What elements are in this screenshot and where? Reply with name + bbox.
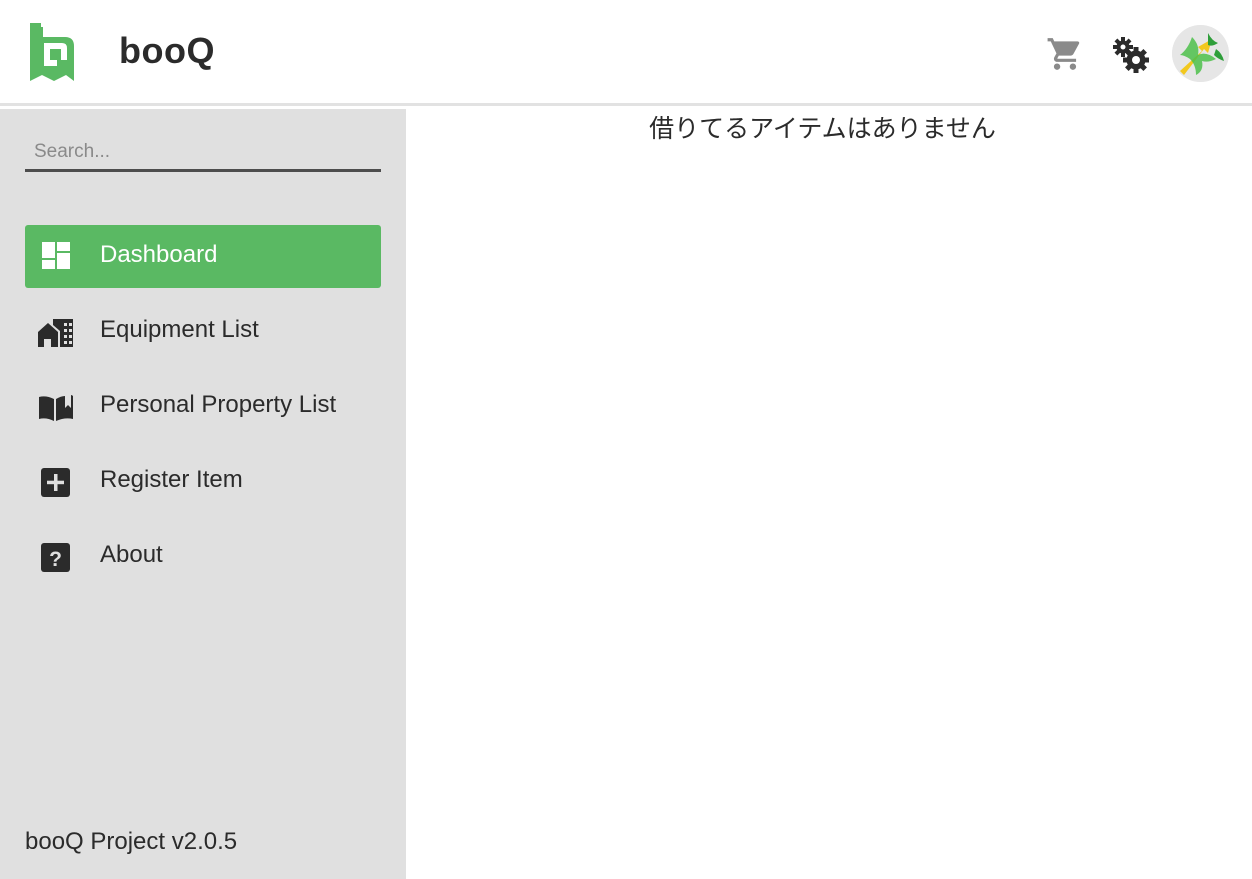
gear-icon[interactable] <box>1110 34 1152 76</box>
question-box-icon: ? <box>41 543 70 572</box>
version-label: booQ Project v2.0.5 <box>25 828 238 855</box>
sidebar-item-label: Equipment List <box>100 316 259 343</box>
booq-logo-icon[interactable] <box>30 23 76 81</box>
dashboard-icon <box>42 242 70 269</box>
sidebar-item-about[interactable]: ? About <box>25 525 381 588</box>
app-title: booQ <box>119 30 215 71</box>
svg-text:?: ? <box>49 548 62 571</box>
sidebar-item-personal-property-list[interactable]: Personal Property List <box>25 375 381 438</box>
user-avatar[interactable] <box>1172 25 1229 82</box>
sidebar-item-register-item[interactable]: Register Item <box>25 450 381 513</box>
cart-icon[interactable] <box>1046 35 1084 73</box>
plus-box-icon <box>41 468 70 497</box>
sidebar-item-dashboard[interactable]: Dashboard <box>25 225 381 288</box>
avatar-image-icon <box>1172 25 1229 82</box>
empty-state-message: 借りてるアイテムはありません <box>649 115 996 143</box>
app-header: booQ <box>0 0 1252 106</box>
sidebar-item-equipment-list[interactable]: Equipment List <box>25 300 381 363</box>
sidebar-item-label: Dashboard <box>100 241 218 268</box>
book-icon <box>39 395 73 421</box>
sidebar-item-label: About <box>100 541 163 568</box>
building-icon <box>38 319 73 347</box>
sidebar-item-label: Personal Property List <box>100 391 337 418</box>
sidebar: Dashboard Equipment List Personal P <box>0 109 406 879</box>
search-input[interactable] <box>25 139 381 172</box>
sidebar-item-label: Register Item <box>100 466 243 493</box>
